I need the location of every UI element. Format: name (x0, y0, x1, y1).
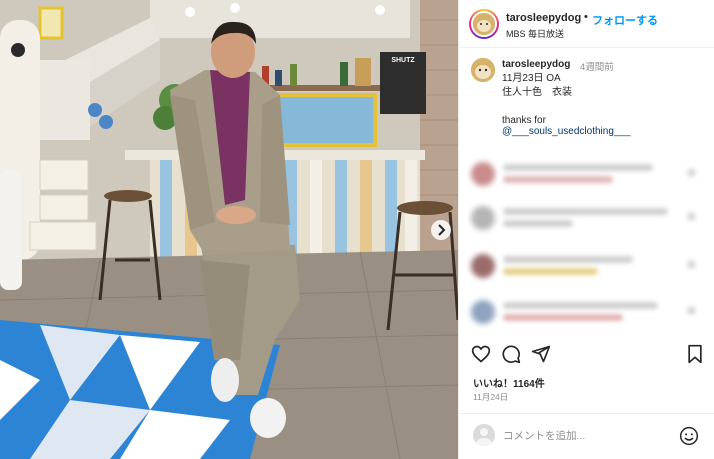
chevron-right-icon (438, 224, 446, 236)
caption-line: 住人十色 衣装 (502, 87, 572, 98)
heart-icon (687, 306, 696, 315)
avatar (473, 424, 495, 446)
bookmark-icon (688, 344, 702, 364)
studio-scene-image: SHUTZ (0, 0, 458, 459)
story-ring[interactable] (469, 9, 499, 39)
blurred-comment (459, 156, 714, 192)
header-username[interactable]: tarosleepydog (506, 12, 581, 24)
avatar (471, 254, 495, 278)
dog-avatar-icon (473, 13, 495, 35)
blurred-comment (459, 248, 714, 284)
comment-icon (502, 345, 521, 364)
caption-section: tarosleepydog 4週間前 11月23日 OA 住人十色 衣装 tha… (459, 48, 714, 330)
comment-input[interactable] (503, 427, 671, 445)
avatar (471, 11, 497, 37)
post-date[interactable]: 11月24日 (473, 391, 508, 403)
caption-avatar[interactable] (471, 58, 495, 82)
post-side-panel: tarosleepydog • フォローする MBS 毎日放送 taroslee… (458, 0, 714, 459)
emoji-button[interactable] (679, 426, 699, 446)
sign-text: SHUTZ (391, 57, 415, 64)
caption-line: 11月23日 OA (502, 73, 561, 84)
avatar (471, 206, 495, 230)
caption-text: 11月23日 OA 住人十色 衣装 thanks for (502, 72, 572, 128)
share-icon (531, 345, 551, 363)
mention-link[interactable]: @___souls_usedclothing___ (502, 126, 631, 137)
likes-count[interactable]: いいね！1164件 (473, 375, 545, 390)
separator-dot: • (584, 11, 588, 23)
like-button[interactable] (471, 344, 491, 364)
header-subtitle[interactable]: MBS 毎日放送 (506, 27, 564, 40)
heart-icon (687, 212, 696, 221)
caption-username[interactable]: tarosleepydog (502, 59, 570, 70)
comment-button[interactable] (501, 344, 521, 364)
blurred-comment (459, 294, 714, 330)
user-placeholder-icon (473, 424, 495, 446)
follow-button[interactable]: フォローする (592, 12, 658, 28)
next-image-button[interactable] (431, 220, 451, 240)
action-bar (459, 338, 714, 368)
heart-icon (687, 168, 696, 177)
post-photo: SHUTZ (0, 0, 458, 459)
caption-time[interactable]: 4週間前 (580, 59, 614, 73)
dog-avatar-icon (471, 58, 495, 82)
emoji-icon (679, 426, 699, 446)
save-button[interactable] (685, 344, 705, 364)
avatar (471, 300, 495, 324)
comment-bar (459, 413, 714, 459)
caption-line (502, 100, 572, 114)
avatar (471, 162, 495, 186)
heart-icon (687, 260, 696, 269)
heart-icon (471, 345, 491, 363)
post-header: tarosleepydog • フォローする MBS 毎日放送 (459, 0, 714, 48)
blurred-comment (459, 200, 714, 236)
share-button[interactable] (531, 344, 551, 364)
